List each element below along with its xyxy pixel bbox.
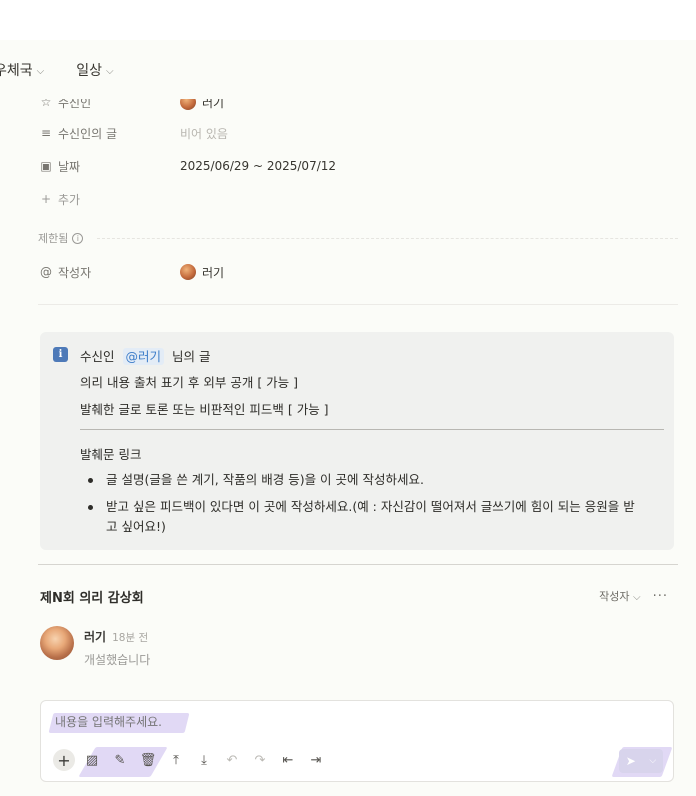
send-icon: ➤ (625, 754, 636, 768)
divider (80, 429, 664, 430)
breadcrumb: 우체국 ⌵ 일상 ⌵ (0, 58, 114, 82)
breadcrumb-label: 일상 (76, 63, 102, 79)
download-icon[interactable]: ⤓ (193, 749, 215, 771)
list-item: 글 설명(글을 쓴 계기, 작품의 배경 등)을 이 곳에 작성하세요. (84, 470, 664, 490)
list-item: 받고 싶은 피드백이 있다면 이 곳에 작성하세요.(예 : 자신감이 떨어져서… (84, 497, 664, 537)
callout-text: 님의 글 (172, 349, 211, 364)
restricted-section-header[interactable]: 제한됨 i (38, 228, 678, 248)
more-options-icon[interactable]: ··· (653, 589, 668, 604)
divider (97, 237, 678, 239)
paperclip-icon[interactable]: ✎ (109, 749, 131, 771)
at-sign-icon: @ (40, 265, 52, 279)
property-label: 작성자 (58, 265, 92, 280)
comment-input[interactable] (55, 713, 195, 731)
callout-text: 수신인 (80, 349, 115, 364)
text-lines-icon: ≡ (40, 126, 52, 140)
list-item-text: 받고 싶은 피드백이 있다면 이 곳에 작성하세요.(예 : 자신감이 떨어져서… (106, 499, 635, 514)
comments-title: 제N회 의리 감상회 (40, 591, 144, 606)
redo-icon[interactable]: ↷ (249, 749, 271, 771)
plus-icon: + (40, 192, 52, 206)
property-date[interactable]: ▣ 날짜 2025/06/29 ~ 2025/07/12 (40, 155, 336, 177)
image-icon[interactable]: ▨ (81, 749, 103, 771)
add-property-label: 추가 (58, 192, 81, 207)
comments-toolbar: 작성자 ⌵ ··· (599, 588, 668, 604)
chevron-down-icon: ⌵ (106, 65, 114, 77)
property-label: 날짜 (58, 159, 81, 174)
callout-block[interactable]: i 수신인 @러기 님의 글 의리 내용 출처 표기 후 외부 공개 [ 가능 … (40, 332, 674, 550)
upload-icon[interactable]: ⤒ (165, 749, 187, 771)
divider (38, 304, 678, 305)
comment-item: 러기 18분 전 개설했습니다 (40, 626, 150, 668)
composer-toolbar: + ▨ ✎ 🗑 ⤒ ⤓ ↶ ↷ ⇤ ⇥ (53, 749, 327, 771)
info-icon: i (53, 347, 68, 362)
chevron-down-icon: ⌵ (633, 592, 641, 603)
property-value: 2025/06/29 ~ 2025/07/12 (180, 159, 337, 173)
user-mention[interactable]: @러기 (122, 348, 165, 365)
breadcrumb-item[interactable]: 일상 ⌵ (76, 60, 113, 80)
indent-icon[interactable]: ⇥ (305, 749, 327, 771)
callout-line: 의리 내용 출처 표기 후 외부 공개 [ 가능 ] (80, 375, 299, 390)
avatar[interactable] (40, 626, 74, 660)
comment-composer[interactable]: + ▨ ✎ 🗑 ⤒ ⤓ ↶ ↷ ⇤ ⇥ ➤ ⌵ (40, 700, 674, 782)
list-item-text: 고 싶어요!) (106, 519, 166, 534)
author-filter-dropdown[interactable]: 작성자 ⌵ (599, 588, 640, 604)
callout-line: 수신인 @러기 님의 글 (80, 346, 210, 365)
chevron-down-icon: ⌵ (36, 65, 45, 77)
author-filter-label: 작성자 (599, 590, 630, 603)
trash-icon[interactable]: 🗑 (137, 749, 159, 771)
property-value: 비어 있음 (180, 126, 228, 141)
property-author[interactable]: @ 작성자 러기 (40, 261, 224, 283)
property-value: 러기 (202, 265, 225, 280)
chevron-down-icon: ⌵ (649, 756, 657, 766)
send-button[interactable]: ➤ ⌵ (619, 749, 663, 773)
callout-line: 발췌한 글로 토론 또는 비판적인 피드백 [ 가능 ] (80, 402, 329, 417)
bullet-list: 글 설명(글을 쓴 계기, 작품의 배경 등)을 이 곳에 작성하세요. 받고 … (84, 470, 664, 537)
divider (38, 564, 678, 565)
outdent-icon[interactable]: ⇤ (277, 749, 299, 771)
comment-time: 18분 전 (112, 632, 149, 644)
excerpt-link-label[interactable]: 발췌문 링크 (80, 444, 141, 463)
restricted-label: 제한됨 (38, 232, 69, 245)
plus-icon[interactable]: + (53, 749, 75, 771)
add-property-button[interactable]: + 추가 (40, 188, 180, 210)
breadcrumb-item[interactable]: 우체국 ⌵ (0, 60, 44, 80)
info-icon: i (72, 232, 84, 244)
property-label: 수신인의 글 (58, 126, 118, 141)
undo-icon[interactable]: ↶ (221, 749, 243, 771)
avatar (180, 264, 196, 280)
breadcrumb-label: 우체국 (0, 63, 33, 79)
property-recipient-post[interactable]: ≡ 수신인의 글 비어 있음 (40, 122, 228, 144)
comment-author[interactable]: 러기 (84, 628, 106, 645)
comment-body: 개설했습니다 (84, 653, 151, 667)
calendar-icon: ▣ (40, 159, 52, 173)
